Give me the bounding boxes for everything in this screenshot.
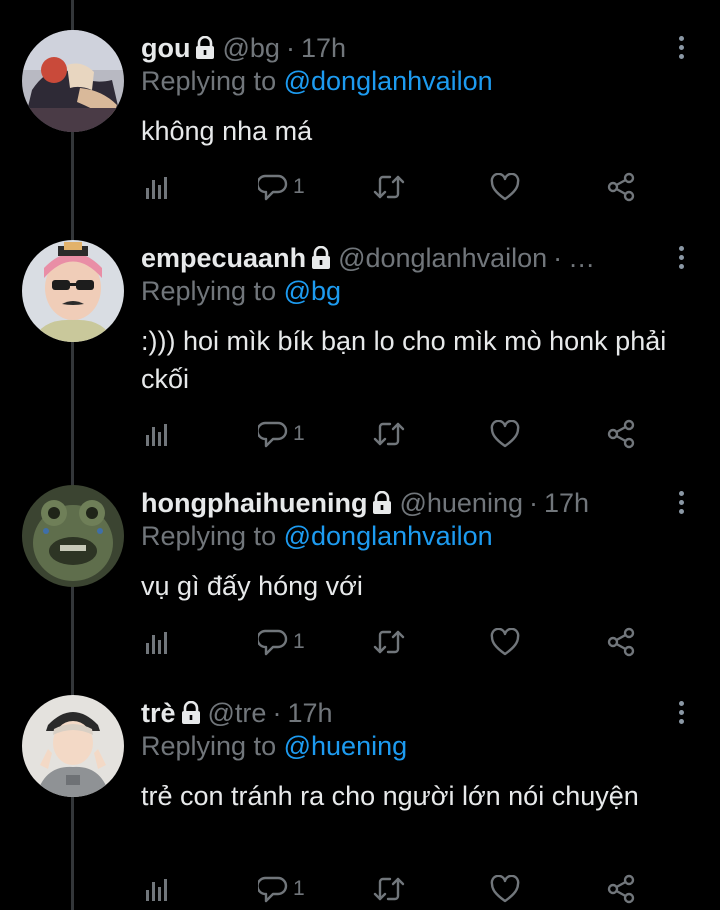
retweet-button[interactable]: [372, 872, 406, 906]
share-button[interactable]: [606, 625, 636, 659]
analytics-button[interactable]: [145, 417, 169, 451]
share-icon: [607, 172, 635, 202]
reply-icon: [258, 174, 288, 201]
lock-icon: [371, 488, 393, 521]
analytics-button[interactable]: [145, 625, 169, 659]
reply-icon: [258, 421, 288, 448]
retweet-button[interactable]: [372, 625, 406, 659]
retweet-icon: [373, 175, 405, 199]
avatar[interactable]: [22, 30, 124, 132]
replying-to: Replying to @donglanhvailon: [141, 518, 493, 554]
heart-icon: [490, 173, 520, 201]
retweet-button[interactable]: [372, 170, 406, 204]
replying-to-handle[interactable]: @donglanhvailon: [284, 521, 493, 551]
retweet-button[interactable]: [372, 417, 406, 451]
like-button[interactable]: [490, 872, 520, 906]
timestamp[interactable]: 17h: [287, 698, 332, 728]
reply-icon: [258, 876, 288, 903]
tweet-text: không nha má: [141, 116, 313, 146]
reply-count: 1: [293, 630, 305, 653]
replying-to-label: Replying to: [141, 66, 277, 96]
replying-to-label: Replying to: [141, 276, 277, 306]
user-handle[interactable]: @donglanhvailon: [338, 243, 547, 273]
analytics-button[interactable]: [145, 872, 169, 906]
like-button[interactable]: [490, 417, 520, 451]
more-vertical-icon[interactable]: [676, 701, 686, 729]
separator-dot: ·: [272, 698, 282, 728]
replying-to-handle[interactable]: @donglanhvailon: [284, 66, 493, 96]
analytics-button[interactable]: [145, 170, 169, 204]
reply-icon: [258, 629, 288, 656]
heart-icon: [490, 628, 520, 656]
analytics-icon: [146, 177, 167, 199]
retweet-icon: [373, 422, 405, 446]
share-button[interactable]: [606, 170, 636, 204]
replying-to: Replying to @bg: [141, 273, 341, 309]
reply-button[interactable]: 1: [258, 417, 305, 451]
retweet-icon: [373, 630, 405, 654]
timestamp[interactable]: …: [568, 243, 595, 273]
timestamp[interactable]: 17h: [544, 488, 589, 518]
avatar[interactable]: [22, 695, 124, 797]
more-vertical-icon[interactable]: [676, 36, 686, 64]
display-name[interactable]: trè: [141, 698, 176, 728]
replying-to-handle[interactable]: @huening: [284, 731, 408, 761]
like-button[interactable]: [490, 170, 520, 204]
timestamp[interactable]: 17h: [301, 33, 346, 63]
tweet-header: hongphaihuening @huening · 17h: [141, 485, 660, 521]
more-vertical-icon[interactable]: [676, 246, 686, 274]
replying-to: Replying to @donglanhvailon: [141, 63, 493, 99]
separator-dot: ·: [553, 243, 563, 273]
more-vertical-icon[interactable]: [676, 491, 686, 519]
lock-icon: [310, 243, 332, 276]
replying-to-label: Replying to: [141, 521, 277, 551]
display-name[interactable]: empecuaanh: [141, 243, 306, 273]
separator-dot: ·: [528, 488, 538, 518]
tweet-text: vụ gì đấy hóng với: [141, 571, 363, 601]
reply-button[interactable]: 1: [258, 170, 305, 204]
share-button[interactable]: [606, 417, 636, 451]
tweet-header: trè @tre · 17h: [141, 695, 660, 731]
replying-to-handle[interactable]: @bg: [284, 276, 341, 306]
analytics-icon: [146, 424, 167, 446]
tweet-actions: 1: [0, 872, 720, 906]
display-name[interactable]: gou: [141, 33, 190, 63]
replying-to-label: Replying to: [141, 731, 277, 761]
avatar[interactable]: [22, 240, 124, 342]
share-icon: [607, 419, 635, 449]
reply-count: 1: [293, 175, 305, 198]
analytics-icon: [146, 879, 167, 901]
heart-icon: [490, 420, 520, 448]
reply-count: 1: [293, 877, 305, 900]
share-icon: [607, 627, 635, 657]
tweet-actions: 1: [0, 417, 720, 451]
display-name[interactable]: hongphaihuening: [141, 488, 367, 518]
share-button[interactable]: [606, 872, 636, 906]
analytics-icon: [146, 632, 167, 654]
tweet-text: :))) hoi mìk bík bạn lo cho mìk mò honk …: [141, 326, 667, 394]
avatar[interactable]: [22, 485, 124, 587]
retweet-icon: [373, 877, 405, 901]
share-icon: [607, 874, 635, 904]
tweet-text: trẻ con tránh ra cho người lớn nói chuyệ…: [141, 781, 639, 811]
tweet-header: gou @bg · 17h: [141, 30, 660, 66]
reply-button[interactable]: 1: [258, 872, 305, 906]
user-handle[interactable]: @bg: [222, 33, 279, 63]
lock-icon: [180, 698, 202, 731]
separator-dot: ·: [285, 33, 295, 63]
heart-icon: [490, 875, 520, 903]
tweet-actions: 1: [0, 170, 720, 204]
reply-count: 1: [293, 422, 305, 445]
user-handle[interactable]: @tre: [208, 698, 267, 728]
reply-button[interactable]: 1: [258, 625, 305, 659]
tweet-header: empecuaanh @donglanhvailon ·…: [141, 240, 660, 276]
tweet-actions: 1: [0, 625, 720, 659]
like-button[interactable]: [490, 625, 520, 659]
lock-icon: [194, 33, 216, 66]
replying-to: Replying to @huening: [141, 728, 407, 764]
user-handle[interactable]: @huening: [399, 488, 523, 518]
